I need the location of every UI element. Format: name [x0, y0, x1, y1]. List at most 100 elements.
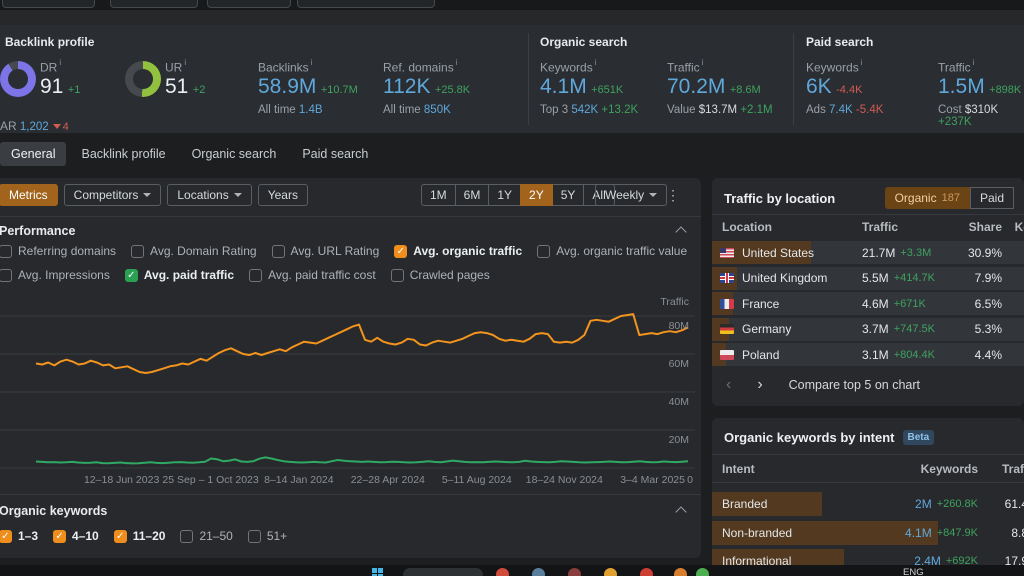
- paid-keywords-value[interactable]: 6K: [806, 75, 832, 98]
- backlinks-value[interactable]: 58.9M: [258, 75, 316, 98]
- flag-icon-fr: [720, 299, 734, 309]
- col-keywords[interactable]: Keywords: [862, 462, 978, 476]
- search-pill[interactable]: [403, 568, 483, 576]
- checkbox-crawled-pages[interactable]: Crawled pages: [391, 268, 490, 282]
- checkbox-label: 51+: [267, 529, 287, 543]
- metrics-button[interactable]: Metrics: [0, 184, 58, 206]
- tab-backlink-profile[interactable]: Backlink profile: [70, 142, 176, 166]
- checkbox-avg-url-rating[interactable]: Avg. URL Rating: [272, 244, 380, 258]
- prev-page-icon[interactable]: [726, 376, 731, 394]
- checkbox-1-3[interactable]: 1–3: [0, 529, 38, 543]
- organic-tab[interactable]: Organic187: [885, 187, 970, 209]
- checkbox-21-50[interactable]: 21–50: [180, 529, 232, 543]
- col-keywords[interactable]: Keywords: [1002, 220, 1024, 234]
- more-options-icon[interactable]: [664, 184, 682, 206]
- tab-paid-search[interactable]: Paid search: [291, 142, 379, 166]
- years-button[interactable]: Years: [258, 184, 308, 206]
- app-icon-yellow[interactable]: [604, 568, 617, 576]
- x-axis-labels: 0 12–18 Jun 202325 Sep – 1 Oct 20238–14 …: [0, 474, 695, 488]
- col-share[interactable]: Share: [954, 220, 1002, 234]
- toolbar-placeholder[interactable]: [297, 0, 435, 8]
- compare-top5-link[interactable]: Compare top 5 on chart: [789, 378, 920, 392]
- toolbar-placeholder[interactable]: [2, 0, 95, 8]
- app-icon-slate[interactable]: [532, 568, 545, 576]
- traffic-value: 4.6M: [862, 297, 889, 311]
- backlinks-metric: Backlinksi 58.9M +10.7M All time 1.4B: [258, 58, 358, 116]
- paid-tab[interactable]: Paid: [970, 187, 1014, 209]
- divider: [712, 482, 1024, 483]
- tab-organic-search[interactable]: Organic search: [181, 142, 288, 166]
- range-6m[interactable]: 6M: [455, 184, 490, 206]
- location-row-gb[interactable]: United Kingdom5.5M+414.7K7.9%345.2K: [712, 267, 1024, 290]
- location-row-fr[interactable]: France4.6M+671K6.5%283.2K: [712, 292, 1024, 315]
- intent-row-branded[interactable]: Branded2M+260.8K61.4M: [712, 492, 1024, 516]
- checkbox-4-10[interactable]: 4–10: [53, 529, 99, 543]
- ads-value[interactable]: 7.4K: [829, 104, 853, 116]
- organic-keywords-metric: Keywordsi 4.1M +651K Top 3 542K +13.2K: [540, 58, 638, 116]
- share-value: 30.9%: [968, 246, 1002, 260]
- organic-traffic-value[interactable]: 70.2M: [667, 75, 725, 98]
- alltime-value[interactable]: 1.4B: [299, 104, 323, 116]
- windows-logo-icon[interactable]: [372, 568, 383, 576]
- unchecked-checkbox-icon: [180, 530, 193, 543]
- checkbox-11-20[interactable]: 11–20: [114, 529, 166, 543]
- app-icon-maroon[interactable]: [568, 568, 581, 576]
- checkbox-avg-paid-traffic[interactable]: Avg. paid traffic: [125, 268, 234, 282]
- keywords-link[interactable]: 2M: [915, 497, 932, 511]
- collapse-section-icon[interactable]: [675, 506, 686, 517]
- checkbox-avg-organic-traffic-value[interactable]: Avg. organic traffic value: [537, 244, 687, 258]
- checkbox-avg-domain-rating[interactable]: Avg. Domain Rating: [131, 244, 257, 258]
- keywords-link[interactable]: 4.1M: [905, 526, 932, 540]
- checkbox-avg-organic-traffic[interactable]: Avg. organic traffic: [394, 244, 522, 258]
- tab-general[interactable]: General: [0, 142, 66, 166]
- range-5y[interactable]: 5Y: [552, 184, 585, 206]
- paid-traffic-value[interactable]: 1.5M: [938, 75, 985, 98]
- app-icon-orange[interactable]: [674, 568, 687, 576]
- cost-delta: +237K: [938, 116, 972, 128]
- app-icon-red[interactable]: [496, 568, 509, 576]
- next-page-icon[interactable]: [757, 376, 762, 394]
- location-row-us[interactable]: United States21.7M+3.3M30.9%1.8M: [712, 241, 1024, 264]
- alltime-label: All time: [383, 104, 421, 116]
- granularity-dropdown[interactable]: Weekly: [595, 184, 667, 206]
- app-icon-crimson[interactable]: [640, 568, 653, 576]
- chevron-down-icon: [234, 193, 242, 197]
- checkbox-51+[interactable]: 51+: [248, 529, 287, 543]
- traffic-by-location-panel: Traffic by location Organic187 Paid Loca…: [712, 178, 1024, 406]
- top3-label: Top 3: [540, 104, 568, 116]
- unchecked-checkbox-icon: [537, 245, 550, 258]
- ur-delta: +2: [193, 84, 206, 96]
- checkbox-avg-impressions[interactable]: Avg. Impressions: [0, 268, 110, 282]
- language-indicator[interactable]: ENG: [903, 567, 924, 576]
- location-row-pl[interactable]: Poland3.1M+804.4K4.4%116.9K: [712, 343, 1024, 366]
- performance-chart[interactable]: Traffic 80M 60M 40M 20M: [0, 294, 695, 472]
- col-location[interactable]: Location: [712, 220, 862, 234]
- toolbar-placeholder[interactable]: [110, 0, 198, 8]
- ar-delta: 4: [63, 121, 69, 133]
- range-2y[interactable]: 2Y: [520, 184, 553, 206]
- top3-value[interactable]: 542K: [571, 104, 598, 116]
- alltime-value[interactable]: 850K: [424, 104, 451, 116]
- toolbar-placeholder[interactable]: [207, 0, 291, 8]
- competitors-dropdown[interactable]: Competitors: [64, 184, 162, 206]
- locations-dropdown[interactable]: Locations: [167, 184, 251, 206]
- ref-domains-value[interactable]: 112K: [383, 75, 431, 98]
- col-intent[interactable]: Intent: [712, 462, 862, 476]
- range-1m[interactable]: 1M: [421, 184, 456, 206]
- checkbox-avg-paid-traffic-cost[interactable]: Avg. paid traffic cost: [249, 268, 376, 282]
- col-traffic[interactable]: Traffic: [978, 462, 1024, 476]
- alltime-label: All time: [258, 104, 296, 116]
- col-traffic[interactable]: Traffic: [862, 220, 954, 234]
- divider: [712, 214, 1024, 215]
- intent-row-non-branded[interactable]: Non-branded4.1M+847.9K8.8M: [712, 521, 1024, 545]
- metrics-strip: Backlink profile Organic search Paid sea…: [0, 25, 1024, 133]
- browser-band: [0, 10, 1024, 25]
- checkbox-referring-domains[interactable]: Referring domains: [0, 244, 116, 258]
- location-row-de[interactable]: Germany3.7M+747.5K5.3%235.4K: [712, 318, 1024, 341]
- collapse-section-icon[interactable]: [675, 226, 686, 237]
- app-icon-green[interactable]: [696, 568, 709, 576]
- range-1y[interactable]: 1Y: [488, 184, 521, 206]
- unchecked-checkbox-icon: [272, 245, 285, 258]
- divider: [0, 494, 701, 495]
- organic-keywords-value[interactable]: 4.1M: [540, 75, 587, 98]
